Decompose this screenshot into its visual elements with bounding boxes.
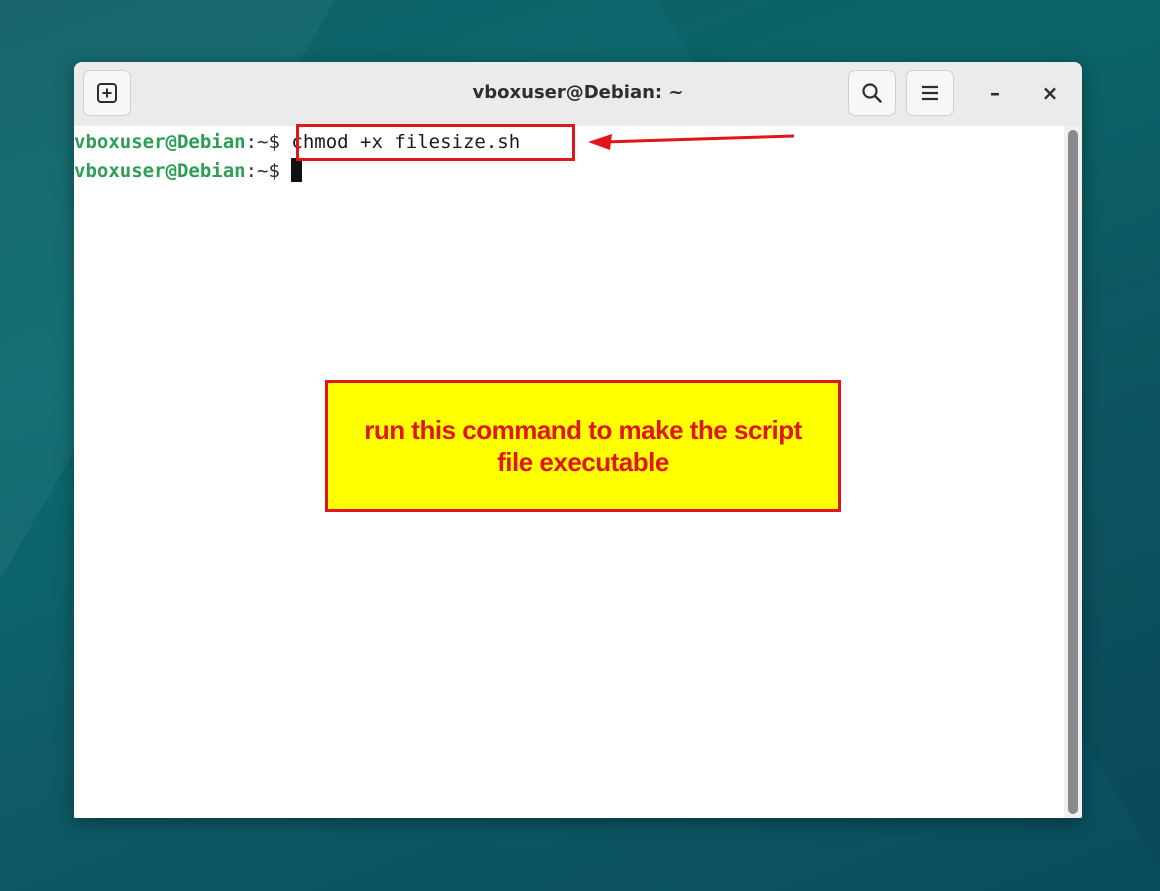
command-highlight-box	[296, 124, 575, 161]
callout-text: run this command to make the script file…	[364, 415, 802, 477]
close-icon: ×	[1041, 81, 1059, 105]
text-cursor	[291, 158, 303, 182]
prompt-user: vboxuser@Debian	[74, 131, 246, 153]
search-icon	[862, 83, 882, 103]
annotation-callout: run this command to make the script file…	[325, 380, 841, 512]
close-button[interactable]: ×	[1027, 70, 1073, 116]
minimize-icon: –	[990, 81, 1000, 105]
prompt-path: :~$	[245, 160, 280, 182]
annotation-arrow-icon	[588, 134, 795, 150]
menu-button[interactable]	[906, 70, 954, 116]
scrollbar-thumb[interactable]	[1068, 130, 1078, 814]
minimize-button[interactable]: –	[972, 70, 1018, 116]
scrollbar[interactable]	[1064, 126, 1082, 818]
title-bar: vboxuser@Debian: ~ – ×	[74, 62, 1082, 127]
plus-square-icon	[97, 83, 117, 103]
prompt-path: :~$	[245, 131, 280, 153]
search-button[interactable]	[848, 70, 896, 116]
prompt-user: vboxuser@Debian	[74, 160, 246, 182]
hamburger-menu-icon	[922, 85, 938, 101]
window-title: vboxuser@Debian: ~	[472, 82, 684, 103]
new-tab-button[interactable]	[83, 70, 131, 116]
terminal-line: vboxuser@Debian:~$	[74, 157, 303, 185]
